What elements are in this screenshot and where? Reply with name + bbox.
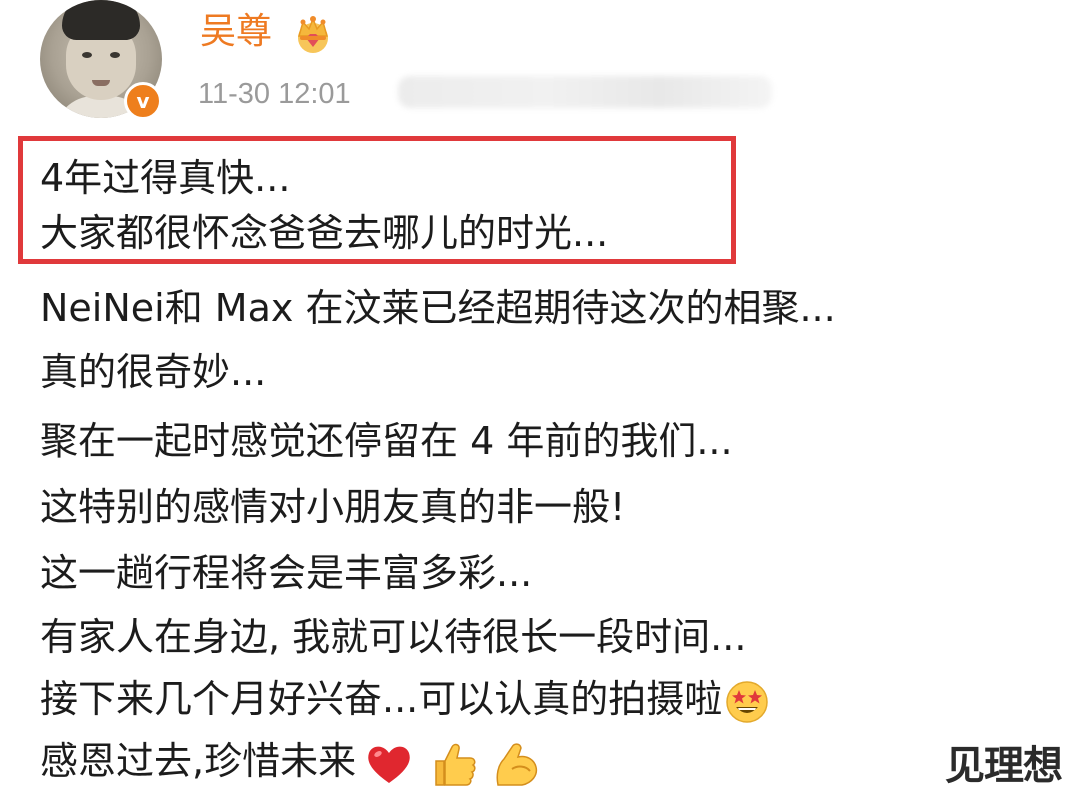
author-name[interactable]: 吴尊: [200, 10, 272, 54]
watermark: 见理想: [945, 743, 1063, 789]
blurred-source-label: [398, 76, 772, 108]
post-line: 聚在一起时感觉还停留在 4 年前的我们...: [40, 419, 733, 463]
crown-icon: [298, 16, 328, 53]
red-heart-emoji-icon: [368, 746, 410, 783]
post-line: 真的很奇妙...: [40, 350, 267, 394]
post-line: 有家人在身边, 我就可以待很长一段时间...: [40, 615, 747, 659]
post-line-with-emoji: 接下来几个月好兴奋...可以认真的拍摄啦: [40, 676, 770, 725]
thumbs-up-emoji-icon: [435, 743, 476, 786]
post-line: 大家都很怀念爸爸去哪儿的时光...: [40, 211, 609, 255]
post-line: 这一趟行程将会是丰富多彩...: [40, 551, 533, 595]
flexed-biceps-emoji-icon: [496, 742, 538, 786]
post-line-text: 接下来几个月好兴奋...可以认真的拍摄啦: [40, 677, 723, 721]
post-line: NeiNei和 Max 在汶莱已经超期待这次的相聚...: [40, 286, 836, 330]
post-line-text: 感恩过去,珍惜未来: [40, 739, 357, 783]
verified-badge-icon: v: [124, 82, 162, 120]
post-line: 这特别的感情对小朋友真的非一般!: [40, 485, 626, 529]
post-line: 4年过得真快...: [40, 156, 291, 200]
star-struck-emoji-icon: [726, 680, 768, 723]
post-line-with-emoji: 感恩过去,珍惜未来: [40, 738, 544, 789]
post-timestamp: 11-30 12:01: [198, 78, 351, 110]
